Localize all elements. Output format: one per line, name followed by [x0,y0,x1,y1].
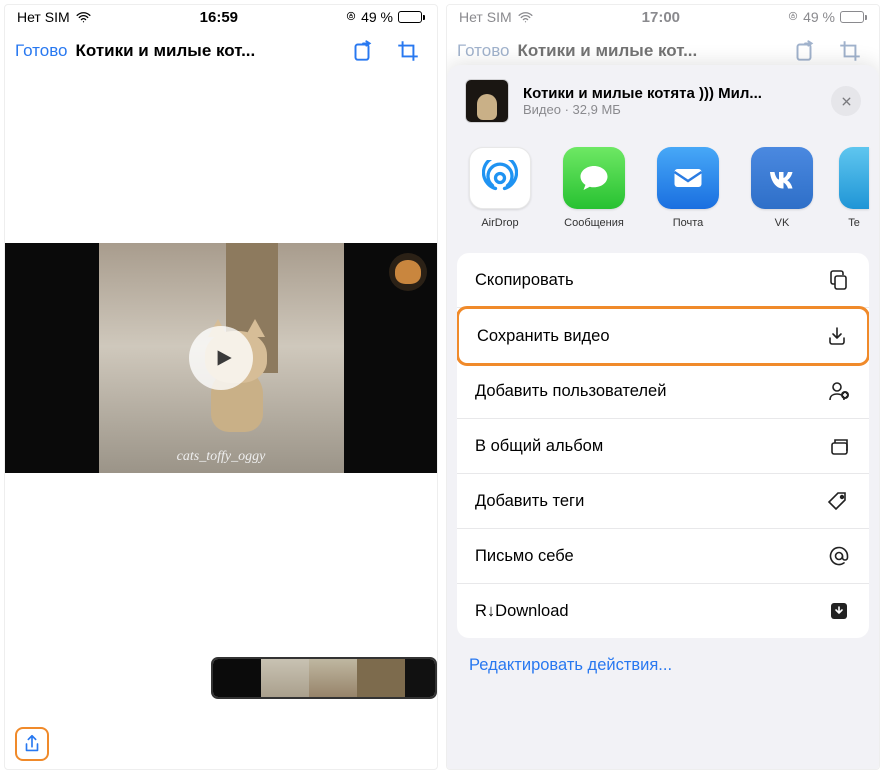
done-button: Готово [457,41,510,61]
tag-icon [827,489,851,513]
rotate-icon [349,38,375,64]
clock: 17:00 [642,9,680,26]
thumbnail-strip[interactable] [5,657,437,699]
file-thumbnail [465,79,509,123]
add-user-icon [827,379,851,403]
app-telegram[interactable]: Te [839,147,869,229]
battery-icon [840,11,867,23]
app-label: Сообщения [564,217,624,229]
action-label: R↓Download [475,602,569,621]
carrier-text: Нет SIM [459,9,512,25]
action-label: Добавить пользователей [475,382,666,401]
rotate-button[interactable] [343,38,381,64]
app-label: Te [848,217,860,229]
app-mail[interactable]: Почта [651,147,725,229]
vk-icon [764,160,800,196]
edit-actions-link[interactable]: Редактировать действия... [447,638,879,679]
page-title: Котики и милые кот... [518,41,778,61]
download-icon [825,324,849,348]
thumbnail[interactable] [309,659,357,697]
crop-icon [395,38,421,64]
action-label: В общий альбом [475,437,603,456]
thumbnail[interactable] [405,659,437,697]
orientation-lock-icon [346,10,356,22]
album-icon [827,434,851,458]
file-title: Котики и милые котята ))) Мил... [523,85,817,102]
phone-left: Нет SIM 16:59 49 % Готово Котики и милые… [4,4,438,770]
wifi-icon [517,9,534,26]
video-preview[interactable]: cats_toffy_oggy [5,243,437,473]
file-subtitle: Видео · 32,9 МБ [523,102,817,117]
save-icon [827,599,851,623]
thumbnail[interactable] [261,659,309,697]
crop-button[interactable] [389,38,427,64]
thumbnail[interactable] [213,659,261,697]
action-label: Сохранить видео [477,327,610,346]
action-mail-self[interactable]: Письмо себе [457,529,869,584]
video-caption: cats_toffy_oggy [99,449,344,465]
airdrop-icon [482,160,518,196]
action-copy[interactable]: Скопировать [457,253,869,308]
app-label: AirDrop [481,217,518,229]
close-button[interactable] [831,86,861,116]
clock: 16:59 [200,9,238,26]
action-save-video[interactable]: Сохранить видео [457,306,869,366]
app-messages[interactable]: Сообщения [557,147,631,229]
app-label: Почта [673,217,704,229]
app-airdrop[interactable]: AirDrop [463,147,537,229]
done-button[interactable]: Готово [15,41,68,61]
nav-bar: Готово Котики и милые кот... [5,29,437,73]
share-apps-row[interactable]: AirDrop Сообщения Почта VK Te [447,133,879,243]
page-title: Котики и милые кот... [76,41,336,61]
carrier-text: Нет SIM [17,9,70,25]
at-icon [827,544,851,568]
action-label: Скопировать [475,271,574,290]
phone-right: Нет SIM 17:00 49 % Готово Котики и милые… [446,4,880,770]
actions-list: Скопировать Сохранить видео Добавить пол… [457,253,869,638]
app-vk[interactable]: VK [745,147,819,229]
sheet-header: Котики и милые котята ))) Мил... Видео ·… [447,65,879,133]
mail-icon [670,160,706,196]
share-button[interactable] [15,727,49,761]
messages-icon [576,160,612,196]
action-rdownload[interactable]: R↓Download [457,584,869,638]
copy-icon [827,268,851,292]
thumbnail[interactable] [357,659,405,697]
status-bar: Нет SIM 17:00 49 % [447,5,879,29]
rotate-icon [791,38,817,64]
orientation-lock-icon [788,10,798,22]
action-label: Добавить теги [475,492,584,511]
play-button[interactable] [189,326,253,390]
channel-avatar[interactable] [389,253,427,291]
battery-pct: 49 % [803,9,835,25]
wifi-icon [75,9,92,26]
action-add-users[interactable]: Добавить пользователей [457,364,869,419]
battery-icon [398,11,425,23]
action-add-tags[interactable]: Добавить теги [457,474,869,529]
close-icon [840,95,853,108]
crop-icon [837,38,863,64]
status-bar: Нет SIM 16:59 49 % [5,5,437,29]
share-sheet: Котики и милые котята ))) Мил... Видео ·… [447,65,879,769]
play-icon [210,345,236,371]
app-label: VK [775,217,790,229]
action-label: Письмо себе [475,547,574,566]
share-icon [21,733,43,755]
action-shared-album[interactable]: В общий альбом [457,419,869,474]
battery-pct: 49 % [361,9,393,25]
